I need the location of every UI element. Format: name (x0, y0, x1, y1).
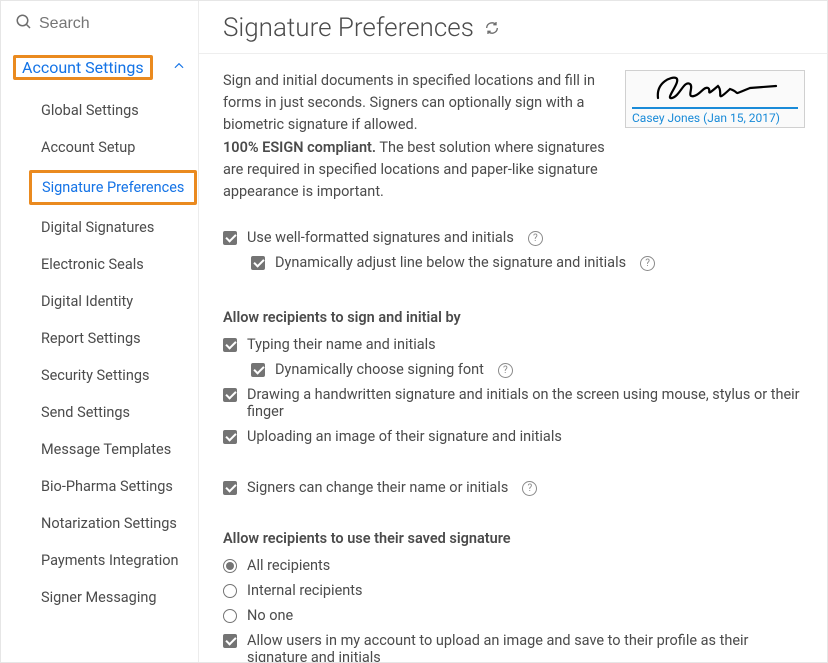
sidebar-item-bio-pharma-settings[interactable]: Bio-Pharma Settings (1, 468, 198, 505)
sidebar-item-electronic-seals[interactable]: Electronic Seals (1, 246, 198, 283)
esign-compliant-text: 100% ESIGN compliant. The best solution … (223, 137, 611, 202)
sidebar-item-signer-messaging[interactable]: Signer Messaging (1, 579, 198, 616)
page-title-row: Signature Preferences (223, 13, 805, 53)
heading-saved-signature: Allow recipients to use their saved sign… (223, 530, 805, 547)
main-content: Signature Preferences Sign and initial d… (199, 1, 827, 662)
sidebar: Account Settings Global Settings Account… (1, 1, 199, 662)
help-icon[interactable]: ? (528, 231, 543, 246)
label-no-one: No one (247, 607, 293, 624)
label-change-name: Signers can change their name or initial… (247, 479, 508, 496)
checkbox-drawing[interactable] (223, 388, 237, 402)
signature-preview: Casey Jones (Jan 15, 2017) (625, 70, 805, 128)
label-dynamic-line: Dynamically adjust line below the signat… (275, 254, 626, 271)
help-icon[interactable]: ? (640, 256, 655, 271)
help-icon[interactable]: ? (522, 481, 537, 496)
sidebar-item-digital-signatures[interactable]: Digital Signatures (1, 209, 198, 246)
label-allow-upload: Allow users in my account to upload an i… (247, 632, 805, 663)
sidebar-section-account-settings[interactable]: Account Settings (1, 47, 198, 92)
sidebar-item-send-settings[interactable]: Send Settings (1, 394, 198, 431)
sidebar-item-notarization-settings[interactable]: Notarization Settings (1, 505, 198, 542)
sidebar-item-digital-identity[interactable]: Digital Identity (1, 283, 198, 320)
radio-all-recipients[interactable] (223, 559, 237, 573)
sidebar-item-message-templates[interactable]: Message Templates (1, 431, 198, 468)
signature-name-label: Casey Jones (Jan 15, 2017) (632, 109, 798, 125)
checkbox-typing[interactable] (223, 338, 237, 352)
help-icon[interactable]: ? (498, 363, 513, 378)
search-input[interactable] (39, 15, 188, 33)
sidebar-item-global-settings[interactable]: Global Settings (1, 92, 198, 129)
intro-text: Sign and initial documents in specified … (223, 70, 611, 135)
radio-no-one[interactable] (223, 609, 237, 623)
highlight-signature-preferences: Signature Preferences (29, 170, 197, 205)
search-icon (15, 13, 33, 35)
label-formatted-signatures: Use well-formatted signatures and initia… (247, 229, 514, 246)
chevron-up-icon (172, 58, 186, 77)
checkbox-dynamic-line[interactable] (251, 256, 265, 270)
label-uploading: Uploading an image of their signature an… (247, 428, 562, 445)
label-internal-recipients: Internal recipients (247, 582, 363, 599)
heading-sign-by: Allow recipients to sign and initial by (223, 309, 805, 326)
label-drawing: Drawing a handwritten signature and init… (247, 386, 805, 420)
refresh-icon[interactable] (484, 13, 500, 43)
label-all-recipients: All recipients (247, 557, 330, 574)
label-typing: Typing their name and initials (247, 336, 436, 353)
sidebar-item-security-settings[interactable]: Security Settings (1, 357, 198, 394)
sidebar-item-report-settings[interactable]: Report Settings (1, 320, 198, 357)
checkbox-dynamic-font[interactable] (251, 363, 265, 377)
search-box[interactable] (1, 1, 198, 47)
signature-handwriting (632, 71, 798, 109)
checkbox-formatted-signatures[interactable] (223, 231, 237, 245)
radio-internal-recipients[interactable] (223, 584, 237, 598)
sidebar-item-account-setup[interactable]: Account Setup (1, 129, 198, 166)
sidebar-section-label: Account Settings (16, 54, 150, 81)
highlight-account-settings: Account Settings (13, 55, 153, 80)
checkbox-uploading[interactable] (223, 430, 237, 444)
sidebar-item-payments-integration[interactable]: Payments Integration (1, 542, 198, 579)
checkbox-allow-upload[interactable] (223, 634, 237, 648)
checkbox-change-name[interactable] (223, 481, 237, 495)
divider (199, 53, 827, 54)
esign-bold: 100% ESIGN compliant. (223, 139, 376, 156)
page-title: Signature Preferences (223, 13, 474, 43)
sidebar-item-signature-preferences[interactable]: Signature Preferences (32, 173, 194, 202)
label-dynamic-font: Dynamically choose signing font (275, 361, 484, 378)
